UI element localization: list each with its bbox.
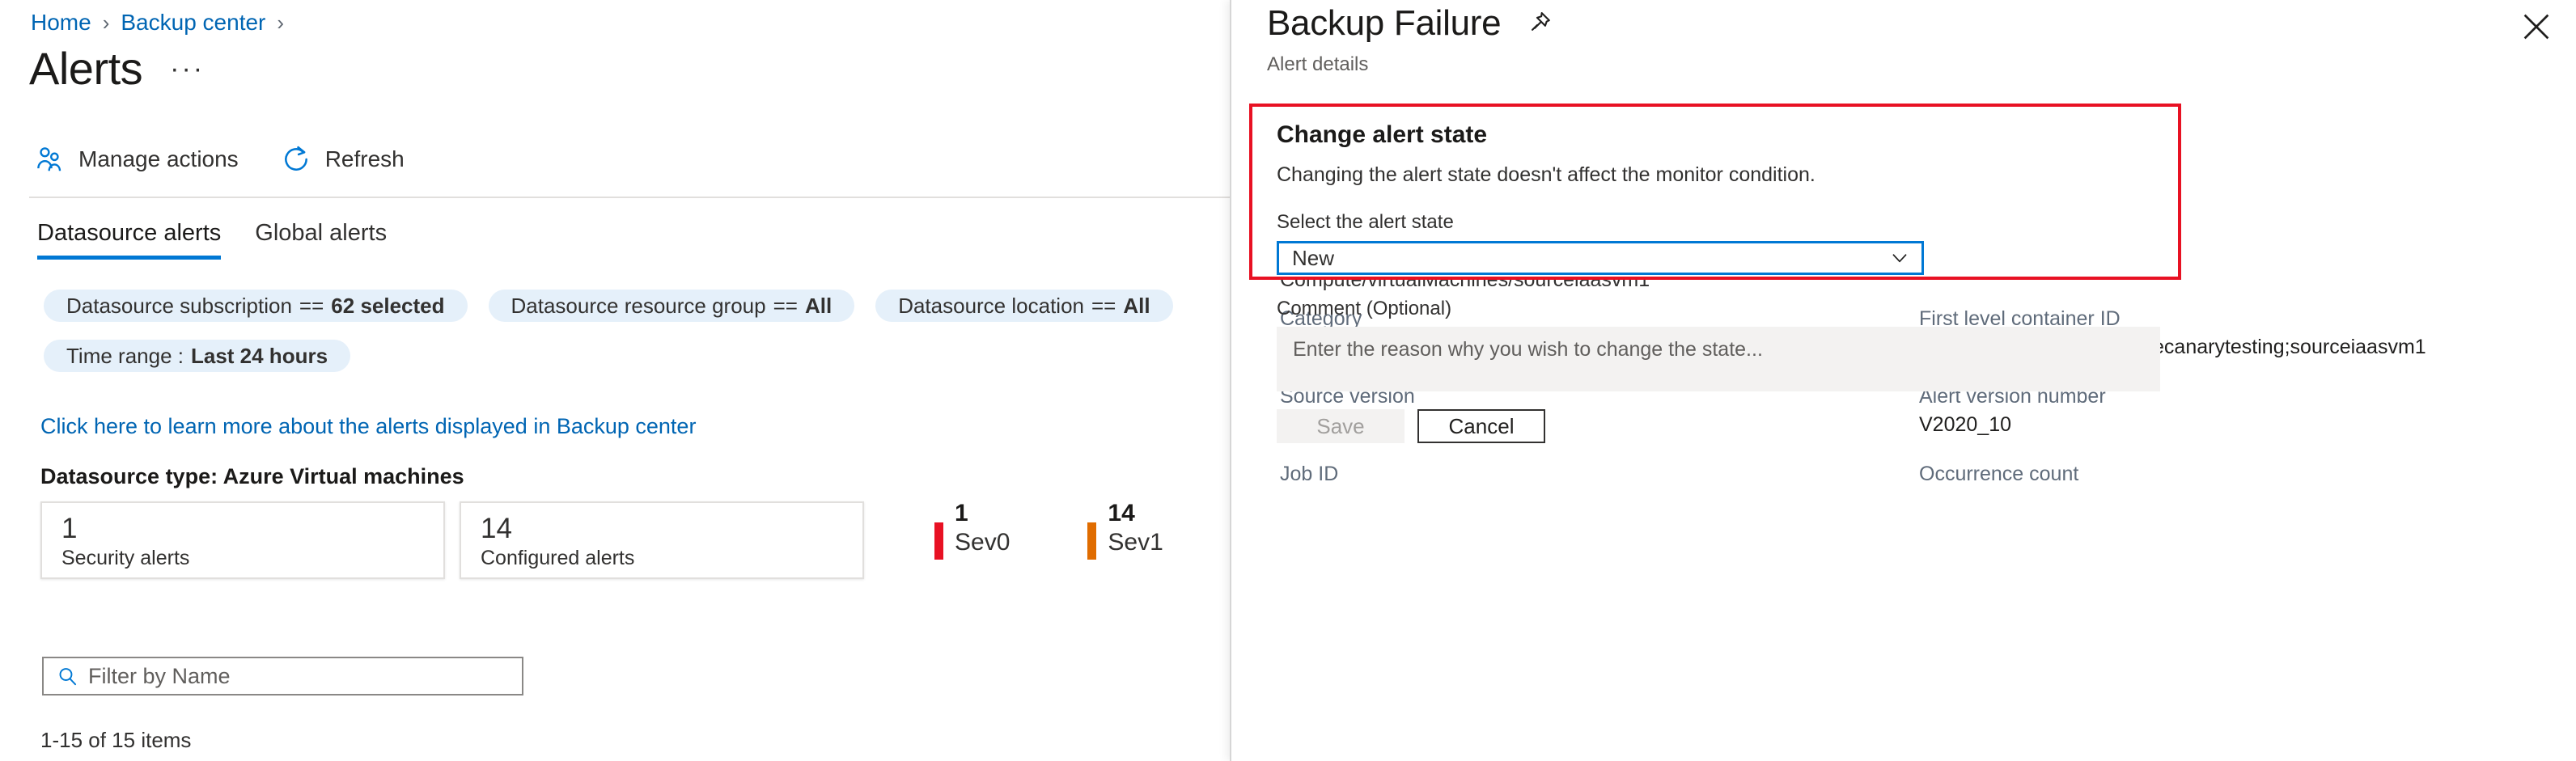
breadcrumb: Home › Backup center › bbox=[31, 8, 295, 37]
filter-by-name-input[interactable]: Filter by Name bbox=[42, 657, 523, 695]
breadcrumb-separator-icon: › bbox=[277, 8, 284, 37]
severity-sev1-color-bar bbox=[1087, 522, 1096, 560]
alert-state-select-value: New bbox=[1292, 246, 1334, 271]
severity-sev0[interactable]: 1 Sev0 bbox=[934, 500, 1010, 560]
blade-header: Backup Failure Alert details bbox=[1267, 3, 1553, 76]
comment-textarea[interactable]: Enter the reason why you wish to change … bbox=[1277, 327, 2160, 391]
filter-pill-datasource-location[interactable]: Datasource location == All bbox=[875, 290, 1172, 322]
alert-details-blade: Backup Failure Alert details Compute/vir… bbox=[1230, 0, 2576, 761]
page-title-row: Alerts ··· bbox=[29, 42, 205, 95]
field-occurrence-count: Occurrence count bbox=[1919, 461, 2558, 487]
filter-pill-operator: == bbox=[299, 294, 324, 319]
field-job-id-label: Job ID bbox=[1280, 461, 1919, 487]
filter-pill-operator: == bbox=[773, 294, 798, 319]
people-icon bbox=[34, 144, 65, 175]
learn-more-link[interactable]: Click here to learn more about the alert… bbox=[40, 414, 696, 439]
command-bar: Manage actions Refresh bbox=[34, 144, 405, 175]
severity-sev1-label: Sev1 bbox=[1108, 527, 1163, 558]
refresh-label: Refresh bbox=[325, 146, 405, 172]
tab-list: Datasource alerts Global alerts bbox=[37, 220, 387, 260]
filter-by-name-placeholder: Filter by Name bbox=[88, 664, 231, 689]
chevron-down-icon bbox=[1889, 247, 1910, 268]
tab-global-alerts[interactable]: Global alerts bbox=[255, 220, 387, 260]
filter-pill-datasource-resource-group[interactable]: Datasource resource group == All bbox=[489, 290, 855, 322]
filter-pill-name: Datasource subscription bbox=[66, 294, 292, 319]
manage-actions-label: Manage actions bbox=[78, 146, 239, 172]
dialog-description: Changing the alert state doesn't affect … bbox=[1277, 163, 2154, 187]
card-security-alerts[interactable]: 1 Security alerts bbox=[40, 501, 445, 579]
filter-pill-operator: == bbox=[1091, 294, 1116, 319]
filter-pill-value: 62 selected bbox=[331, 294, 444, 319]
items-count-label: 1-15 of 15 items bbox=[40, 728, 191, 753]
card-configured-alerts-count: 14 bbox=[481, 513, 845, 545]
comment-placeholder: Enter the reason why you wish to change … bbox=[1293, 338, 1763, 361]
tab-datasource-alerts[interactable]: Datasource alerts bbox=[37, 220, 221, 260]
card-security-alerts-label: Security alerts bbox=[61, 547, 426, 570]
blade-title: Backup Failure bbox=[1267, 3, 1501, 44]
alerts-page: Home › Backup center › Alerts ··· Manage… bbox=[0, 0, 1230, 761]
severity-sev0-text: 1 Sev0 bbox=[955, 500, 1010, 558]
refresh-icon bbox=[281, 144, 311, 175]
cancel-button-label: Cancel bbox=[1449, 414, 1515, 439]
filter-pill-datasource-subscription[interactable]: Datasource subscription == 62 selected bbox=[44, 290, 468, 322]
field-job-id: Job ID bbox=[1280, 461, 1919, 487]
severity-sev1[interactable]: 14 Sev1 bbox=[1087, 500, 1163, 560]
breadcrumb-home[interactable]: Home bbox=[31, 8, 91, 37]
comment-label: Comment (Optional) bbox=[1277, 298, 2154, 320]
refresh-button[interactable]: Refresh bbox=[281, 144, 405, 175]
app-root: Home › Backup center › Alerts ··· Manage… bbox=[0, 0, 2576, 761]
manage-actions-button[interactable]: Manage actions bbox=[34, 144, 239, 175]
search-icon bbox=[57, 666, 78, 687]
breadcrumb-separator-icon: › bbox=[103, 8, 110, 37]
alert-state-select-label: Select the alert state bbox=[1277, 211, 2154, 234]
cancel-button[interactable]: Cancel bbox=[1417, 409, 1545, 443]
severity-sev1-count: 14 bbox=[1108, 500, 1163, 527]
dialog-buttons: Save Cancel bbox=[1277, 409, 2154, 443]
close-icon[interactable] bbox=[2518, 8, 2555, 45]
save-button[interactable]: Save bbox=[1277, 409, 1405, 443]
severity-sev1-text: 14 Sev1 bbox=[1108, 500, 1163, 558]
severity-sev0-color-bar bbox=[934, 522, 943, 560]
filter-pill-name: Datasource location bbox=[898, 294, 1084, 319]
filter-row-2: Time range : Last 24 hours bbox=[44, 340, 1225, 372]
summary-cards: 1 Security alerts 14 Configured alerts bbox=[40, 501, 864, 579]
filter-pill-name: Datasource resource group bbox=[511, 294, 766, 319]
field-occurrence-count-label: Occurrence count bbox=[1919, 461, 2558, 487]
more-options-icon[interactable]: ··· bbox=[170, 53, 205, 85]
save-button-label: Save bbox=[1316, 414, 1364, 439]
tab-global-alerts-label: Global alerts bbox=[255, 220, 387, 246]
alert-state-select[interactable]: New bbox=[1277, 241, 1924, 275]
severity-sev0-count: 1 bbox=[955, 500, 1010, 527]
filter-pill-area: Datasource subscription == 62 selected D… bbox=[44, 290, 1225, 390]
tab-datasource-alerts-label: Datasource alerts bbox=[37, 220, 221, 246]
breadcrumb-backup-center[interactable]: Backup center bbox=[121, 8, 265, 37]
page-title: Alerts bbox=[29, 42, 142, 95]
pin-icon[interactable] bbox=[1525, 10, 1553, 37]
blade-subtitle: Alert details bbox=[1267, 53, 1553, 76]
severity-sev0-label: Sev0 bbox=[955, 527, 1010, 558]
card-configured-alerts[interactable]: 14 Configured alerts bbox=[460, 501, 864, 579]
filter-pill-value: Last 24 hours bbox=[191, 344, 328, 369]
card-security-alerts-count: 1 bbox=[61, 513, 426, 545]
filter-pill-value: All bbox=[1123, 294, 1150, 319]
change-alert-state-dialog: Change alert state Changing the alert st… bbox=[1249, 104, 2181, 280]
filter-pill-name: Time range : bbox=[66, 344, 184, 369]
blade-title-row: Backup Failure bbox=[1267, 3, 1553, 44]
command-bar-divider bbox=[29, 197, 1230, 198]
filter-pill-value: All bbox=[805, 294, 832, 319]
filter-row-1: Datasource subscription == 62 selected D… bbox=[44, 290, 1225, 322]
dialog-title: Change alert state bbox=[1277, 121, 2154, 149]
card-configured-alerts-label: Configured alerts bbox=[481, 547, 845, 570]
datasource-type-heading: Datasource type: Azure Virtual machines bbox=[40, 464, 464, 489]
filter-pill-time-range[interactable]: Time range : Last 24 hours bbox=[44, 340, 350, 372]
severity-summary: 1 Sev0 14 Sev1 bbox=[934, 500, 1163, 560]
